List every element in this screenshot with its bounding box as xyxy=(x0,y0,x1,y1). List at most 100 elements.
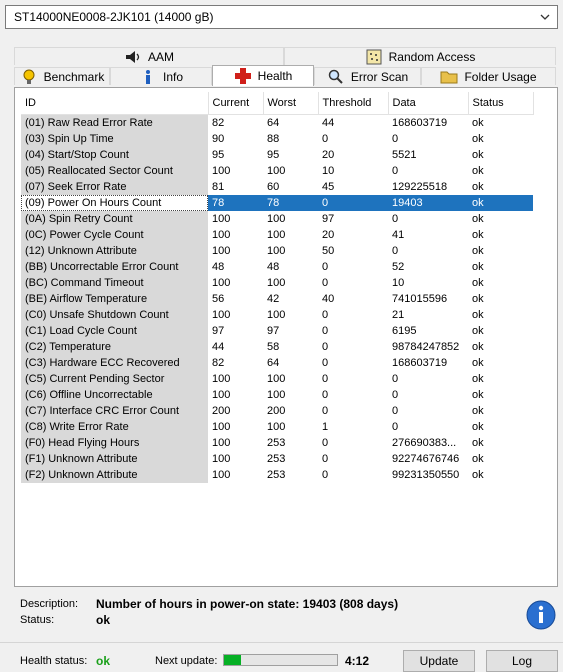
cell-threshold: 45 xyxy=(322,181,335,193)
table-row[interactable]: (C6) Offline Uncorrectable 100 100 0 0 ok xyxy=(21,387,533,403)
cell-threshold: 40 xyxy=(322,293,335,305)
cell-current: 100 xyxy=(212,469,231,481)
table-row[interactable]: (F1) Unknown Attribute 100 253 0 92274676746… xyxy=(21,451,533,467)
health-panel: ID Current Worst Threshold Data Status (… xyxy=(14,87,558,587)
cell-current: 90 xyxy=(212,133,225,145)
col-worst-header[interactable]: Worst xyxy=(263,92,319,115)
red-cross-icon xyxy=(234,68,251,84)
cell-status: ok xyxy=(472,341,484,353)
cell-id: (C6) Offline Uncorrectable xyxy=(21,387,208,403)
col-current-header[interactable]: Current xyxy=(208,92,264,115)
cell-data: 52 xyxy=(392,261,405,273)
cell-id: (0C) Power Cycle Count xyxy=(21,227,208,243)
table-row[interactable]: (BC) Command Timeout 100 100 0 10 ok xyxy=(21,275,533,291)
cell-threshold: 0 xyxy=(322,437,329,449)
cell-status: ok xyxy=(472,293,484,305)
col-threshold-header[interactable]: Threshold xyxy=(318,92,389,115)
tab-health-label: Health xyxy=(257,69,293,83)
info-circle-icon[interactable] xyxy=(526,600,556,630)
table-row[interactable]: (C0) Unsafe Shutdown Count 100 100 0 21 ok xyxy=(21,307,533,323)
cell-current: 100 xyxy=(212,213,231,225)
next-update-progress xyxy=(223,654,338,666)
drive-select[interactable]: ST14000NE0008-2JK101 (14000 gB) xyxy=(5,5,558,29)
description-value: Number of hours in power-on state: 19403… xyxy=(96,597,399,611)
cell-worst: 60 xyxy=(267,181,280,193)
cell-worst: 100 xyxy=(267,373,286,385)
col-status-header[interactable]: Status xyxy=(468,92,534,115)
tab-error-scan-label: Error Scan xyxy=(350,69,409,84)
cell-current: 100 xyxy=(212,277,231,289)
cell-current: 100 xyxy=(212,437,231,449)
cell-status: ok xyxy=(472,133,484,145)
tab-benchmark[interactable]: Benchmark xyxy=(14,67,110,85)
cell-data: 19403 xyxy=(388,195,468,211)
col-id-header[interactable]: ID xyxy=(21,92,209,115)
cell-current: 100 xyxy=(212,421,231,433)
table-row[interactable]: (BB) Uncorrectable Error Count 48 48 0 52 ok xyxy=(21,259,533,275)
cell-worst: 100 xyxy=(267,213,286,225)
cell-id: (C0) Unsafe Shutdown Count xyxy=(21,307,208,323)
table-header: ID Current Worst Threshold Data Status xyxy=(21,92,534,115)
tab-random-access[interactable]: Random Access xyxy=(284,47,556,65)
table-row[interactable]: (0A) Spin Retry Count 100 100 97 0 ok xyxy=(21,211,533,227)
table-row[interactable]: (C1) Load Cycle Count 97 97 0 6195 ok xyxy=(21,323,533,339)
table-row[interactable]: (0C) Power Cycle Count 100 100 20 41 ok xyxy=(21,227,533,243)
cell-threshold: 0 xyxy=(322,389,329,401)
table-row[interactable]: (09) Power On Hours Count 78 78 0 19403 ok xyxy=(21,195,533,211)
cell-status: ok xyxy=(472,261,484,273)
cell-data: 0 xyxy=(392,245,399,257)
cell-id: (C5) Current Pending Sector xyxy=(21,371,208,387)
cell-id: (C3) Hardware ECC Recovered xyxy=(21,355,208,371)
cell-id: (04) Start/Stop Count xyxy=(21,147,208,163)
drive-select-value: ST14000NE0008-2JK101 (14000 gB) xyxy=(14,10,214,24)
cell-id: (C8) Write Error Rate xyxy=(21,419,208,435)
cell-data: 92274676746 xyxy=(392,453,460,465)
table-row[interactable]: (C3) Hardware ECC Recovered 82 64 0 16860371… xyxy=(21,355,533,371)
cell-data: 168603719 xyxy=(392,117,448,129)
cell-data: 6195 xyxy=(392,325,417,337)
cell-worst: 100 xyxy=(267,277,286,289)
table-row[interactable]: (F0) Head Flying Hours 100 253 0 276690383..… xyxy=(21,435,533,451)
cell-worst: 48 xyxy=(267,261,280,273)
cell-threshold: 20 xyxy=(322,149,335,161)
table-row[interactable]: (04) Start/Stop Count 95 95 20 5521 ok xyxy=(21,147,533,163)
cell-worst: 100 xyxy=(267,229,286,241)
cell-data: 98784247852 xyxy=(392,341,460,353)
cell-current: 82 xyxy=(212,117,225,129)
cell-threshold: 0 xyxy=(322,357,329,369)
cell-current: 48 xyxy=(212,261,225,273)
table-row[interactable]: (05) Reallocated Sector Count 100 100 10 0 ok xyxy=(21,163,533,179)
table-row[interactable]: (F2) Unknown Attribute 100 253 0 99231350550… xyxy=(21,467,533,483)
tab-error-scan[interactable]: Error Scan xyxy=(314,67,421,85)
cell-data: 10 xyxy=(392,277,405,289)
cell-status: ok xyxy=(472,325,484,337)
tab-random-access-label: Random Access xyxy=(388,49,476,64)
cell-worst: 253 xyxy=(267,437,286,449)
tab-folder-usage[interactable]: Folder Usage xyxy=(421,67,556,85)
cell-worst: 100 xyxy=(267,389,286,401)
cell-current: 200 xyxy=(212,405,231,417)
cell-threshold: 20 xyxy=(322,229,335,241)
cell-status: ok xyxy=(472,389,484,401)
table-row[interactable]: (12) Unknown Attribute 100 100 50 0 ok xyxy=(21,243,533,259)
table-row[interactable]: (C5) Current Pending Sector 100 100 0 0 ok xyxy=(21,371,533,387)
footer-divider xyxy=(0,642,563,643)
cell-status: ok xyxy=(472,421,484,433)
table-row[interactable]: (03) Spin Up Time 90 88 0 0 ok xyxy=(21,131,533,147)
table-row[interactable]: (C7) Interface CRC Error Count 200 200 0 0 ok xyxy=(21,403,533,419)
tab-health[interactable]: Health xyxy=(212,65,314,86)
table-row[interactable]: (C2) Temperature 44 58 0 98784247852 ok xyxy=(21,339,533,355)
cell-worst: 64 xyxy=(267,117,280,129)
tab-aam[interactable]: AAM xyxy=(14,47,284,65)
table-row[interactable]: (C8) Write Error Rate 100 100 1 0 ok xyxy=(21,419,533,435)
info-icon xyxy=(145,69,150,84)
cell-status: ok xyxy=(472,229,484,241)
table-row[interactable]: (07) Seek Error Rate 81 60 45 129225518 ok xyxy=(21,179,533,195)
table-row[interactable]: (01) Raw Read Error Rate 82 64 44 168603719 o… xyxy=(21,114,533,131)
col-data-header[interactable]: Data xyxy=(388,92,469,115)
cell-id: (F0) Head Flying Hours xyxy=(21,435,208,451)
cell-id: (05) Reallocated Sector Count xyxy=(21,163,208,179)
tab-info[interactable]: Info xyxy=(110,67,212,85)
table-row[interactable]: (BE) Airflow Temperature 56 42 40 741015596 o… xyxy=(21,291,533,307)
cell-threshold: 0 xyxy=(322,325,329,337)
